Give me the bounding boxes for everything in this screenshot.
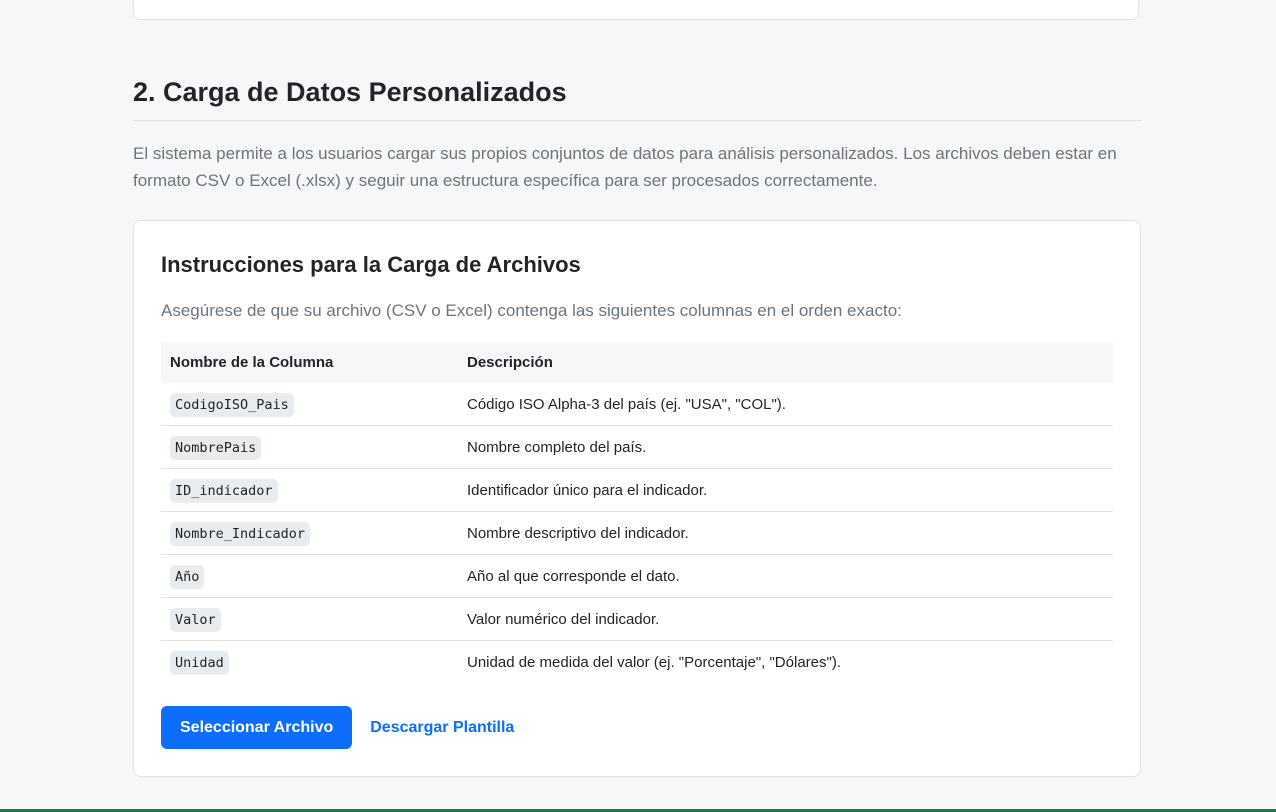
table-row: Valor Valor numérico del indicador. <box>161 597 1113 641</box>
column-description-cell: Código ISO Alpha-3 del país (ej. "USA", … <box>458 383 1113 426</box>
table-row: NombrePais Nombre completo del país. <box>161 425 1113 469</box>
column-code: ID_indicador <box>170 478 278 503</box>
column-name-cell: CodigoISO_Pais <box>161 383 458 426</box>
column-code: CodigoISO_Pais <box>170 392 294 417</box>
column-code: Unidad <box>170 650 229 675</box>
column-code: NombrePais <box>170 435 262 460</box>
card-title: Instrucciones para la Carga de Archivos <box>161 252 581 277</box>
card-actions: Seleccionar Archivo Descargar Plantilla <box>161 706 514 749</box>
download-template-link[interactable]: Descargar Plantilla <box>370 719 514 737</box>
table-row: Nombre_Indicador Nombre descriptivo del … <box>161 511 1113 555</box>
table-row: ID_indicador Identificador único para el… <box>161 468 1113 512</box>
column-name-cell: ID_indicador <box>161 468 458 512</box>
column-name-cell: Año <box>161 554 458 598</box>
section-intro: El sistema permite a los usuarios cargar… <box>133 144 1117 190</box>
header-column-name: Nombre de la Columna <box>170 354 334 371</box>
table-row: Año Año al que corresponde el dato. <box>161 554 1113 598</box>
upload-instructions-card: Instrucciones para la Carga de Archivos … <box>133 220 1141 777</box>
column-code: Nombre_Indicador <box>170 521 311 546</box>
column-description-cell: Nombre completo del país. <box>458 425 1113 469</box>
column-description-cell: Nombre descriptivo del indicador. <box>458 511 1113 555</box>
card-description: Asegúrese de que su archivo (CSV o Excel… <box>161 301 902 320</box>
column-name-cell: Nombre_Indicador <box>161 511 458 555</box>
columns-table: Nombre de la Columna Descripción CodigoI… <box>161 342 1113 683</box>
previous-section-card <box>133 0 1139 20</box>
column-description-cell: Año al que corresponde el dato. <box>458 554 1113 598</box>
section-title: 2. Carga de Datos Personalizados <box>133 74 1141 121</box>
column-description-cell: Valor numérico del indicador. <box>458 597 1113 641</box>
select-file-button[interactable]: Seleccionar Archivo <box>161 706 353 749</box>
column-code: Valor <box>170 607 221 632</box>
table-row: CodigoISO_Pais Código ISO Alpha-3 del pa… <box>161 383 1113 426</box>
table-header-row: Nombre de la Columna Descripción <box>161 342 1113 383</box>
column-description-cell: Unidad de medida del valor (ej. "Porcent… <box>467 653 841 671</box>
column-name-cell: Unidad <box>161 641 458 684</box>
column-name-cell: NombrePais <box>161 425 458 469</box>
column-code: Año <box>170 564 205 589</box>
column-description-cell: Identificador único para el indicador. <box>458 468 1113 512</box>
column-name-cell: Valor <box>161 597 458 641</box>
header-description: Descripción <box>467 354 553 371</box>
table-row: Unidad Unidad de medida del valor (ej. "… <box>161 641 1113 684</box>
